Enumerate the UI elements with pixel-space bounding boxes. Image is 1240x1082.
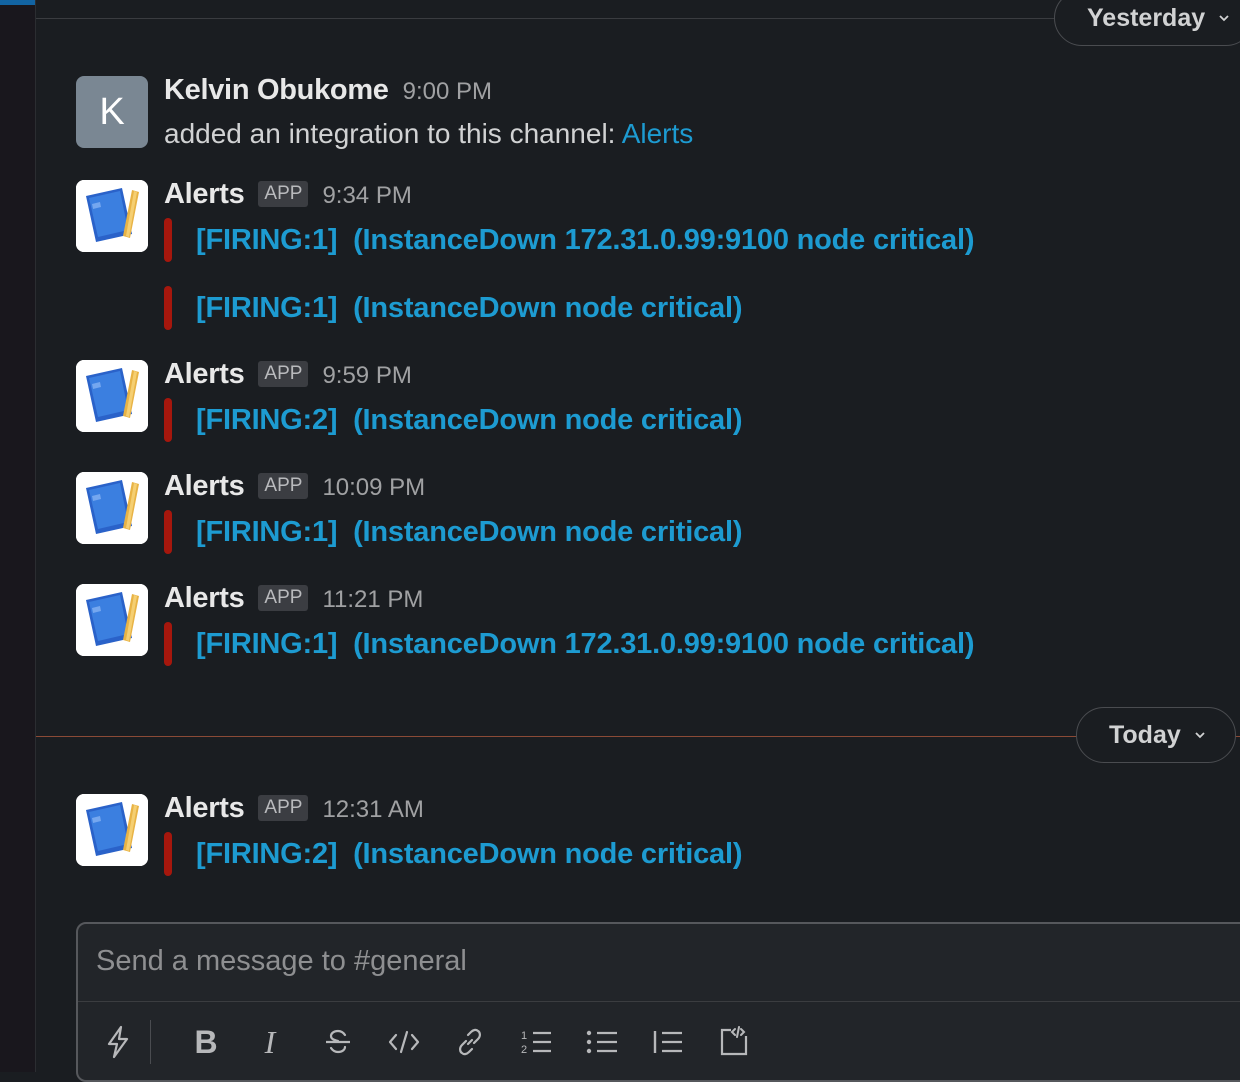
avatar[interactable]: K	[76, 76, 148, 148]
sender-name[interactable]: Alerts	[164, 470, 245, 503]
sender-name[interactable]: Alerts	[164, 178, 245, 211]
app-badge: APP	[258, 585, 309, 611]
sender-name[interactable]: Alerts	[164, 792, 245, 825]
avatar[interactable]	[76, 794, 148, 866]
formatting-toolbar: B I 12	[78, 1014, 1240, 1072]
app-badge: APP	[258, 795, 309, 821]
alerts-app-icon	[76, 472, 148, 544]
numbered-list-icon[interactable]: 12	[516, 1022, 556, 1062]
alert-attachment: [FIRING:1] (InstanceDown 172.31.0.99:910…	[164, 622, 975, 666]
alert-color-bar	[164, 832, 172, 876]
date-label: Today	[1109, 720, 1181, 749]
alerts-app-icon	[76, 584, 148, 656]
italic-icon[interactable]: I	[250, 1022, 290, 1062]
alert-attachment: [FIRING:1] (InstanceDown 172.31.0.99:910…	[164, 218, 975, 262]
message-text: added an integration to this channel: Al…	[164, 118, 693, 150]
app-badge: APP	[258, 181, 309, 207]
alert-color-bar	[164, 510, 172, 554]
timestamp[interactable]: 9:59 PM	[322, 362, 411, 390]
date-label: Yesterday	[1087, 3, 1206, 32]
blockquote-icon[interactable]	[648, 1022, 688, 1062]
rail-accent	[0, 0, 35, 5]
alert-title-link[interactable]: [FIRING:2] (InstanceDown node critical)	[196, 404, 742, 437]
message-body: added an integration to this channel:	[164, 118, 622, 149]
alert-color-bar	[164, 622, 172, 666]
avatar-letter: K	[99, 90, 125, 133]
composer-separator	[78, 1001, 1240, 1002]
message-input[interactable]	[94, 944, 1198, 979]
alert-title-link[interactable]: [FIRING:1] (InstanceDown 172.31.0.99:910…	[196, 224, 975, 257]
bulleted-list-icon[interactable]	[582, 1022, 622, 1062]
avatar[interactable]	[76, 360, 148, 432]
message-header: Alerts APP 11:21 PM	[164, 582, 423, 615]
sender-name[interactable]: Kelvin Obukome	[164, 74, 389, 107]
code-icon[interactable]	[384, 1022, 424, 1062]
chevron-down-icon	[1219, 15, 1229, 22]
alert-title-link[interactable]: [FIRING:1] (InstanceDown 172.31.0.99:910…	[196, 628, 975, 661]
message-header: Alerts APP 12:31 AM	[164, 792, 424, 825]
date-jump-yesterday[interactable]: Yesterday	[1054, 0, 1240, 46]
sender-name[interactable]: Alerts	[164, 358, 245, 391]
toolbar-separator	[150, 1020, 151, 1064]
alerts-app-icon	[76, 180, 148, 252]
bold-icon[interactable]: B	[186, 1022, 226, 1062]
timestamp[interactable]: 11:21 PM	[322, 586, 423, 614]
avatar[interactable]	[76, 584, 148, 656]
alert-color-bar	[164, 398, 172, 442]
alerts-app-icon	[76, 360, 148, 432]
strikethrough-icon[interactable]	[318, 1022, 358, 1062]
message-header: Alerts APP 9:59 PM	[164, 358, 412, 391]
alert-title-link[interactable]: [FIRING:1] (InstanceDown node critical)	[196, 292, 742, 325]
timestamp[interactable]: 9:34 PM	[322, 182, 411, 210]
alert-attachment: [FIRING:2] (InstanceDown node critical)	[164, 832, 742, 876]
alert-attachment: [FIRING:2] (InstanceDown node critical)	[164, 398, 742, 442]
message-header: Alerts APP 9:34 PM	[164, 178, 412, 211]
alert-title-link[interactable]: [FIRING:1] (InstanceDown node critical)	[196, 516, 742, 549]
bold-glyph: B	[194, 1023, 218, 1060]
timestamp[interactable]: 9:00 PM	[403, 78, 492, 106]
avatar[interactable]	[76, 180, 148, 252]
new-messages-divider-line	[36, 736, 1240, 737]
svg-text:1: 1	[521, 1030, 527, 1042]
alert-color-bar	[164, 218, 172, 262]
left-rail	[0, 0, 36, 1072]
timestamp[interactable]: 12:31 AM	[322, 796, 423, 824]
app-badge: APP	[258, 361, 309, 387]
avatar[interactable]	[76, 472, 148, 544]
alert-attachment: [FIRING:1] (InstanceDown node critical)	[164, 510, 742, 554]
shortcuts-icon[interactable]	[98, 1022, 138, 1062]
timestamp[interactable]: 10:09 PM	[322, 474, 425, 502]
alert-title-link[interactable]: [FIRING:2] (InstanceDown node critical)	[196, 838, 742, 871]
message-header: Kelvin Obukome 9:00 PM	[164, 74, 492, 107]
message-header: Alerts APP 10:09 PM	[164, 470, 425, 503]
alerts-app-icon	[76, 794, 148, 866]
app-badge: APP	[258, 473, 309, 499]
integration-link[interactable]: Alerts	[622, 118, 694, 149]
italic-glyph: I	[264, 1023, 276, 1060]
chevron-down-icon	[1195, 732, 1205, 739]
code-block-icon[interactable]	[714, 1022, 754, 1062]
link-icon[interactable]	[450, 1022, 490, 1062]
sender-name[interactable]: Alerts	[164, 582, 245, 615]
message-composer: B I 12	[76, 922, 1240, 1082]
date-jump-today[interactable]: Today	[1076, 707, 1236, 763]
svg-text:2: 2	[521, 1044, 527, 1056]
alert-color-bar	[164, 286, 172, 330]
alert-attachment: [FIRING:1] (InstanceDown node critical)	[164, 286, 742, 330]
